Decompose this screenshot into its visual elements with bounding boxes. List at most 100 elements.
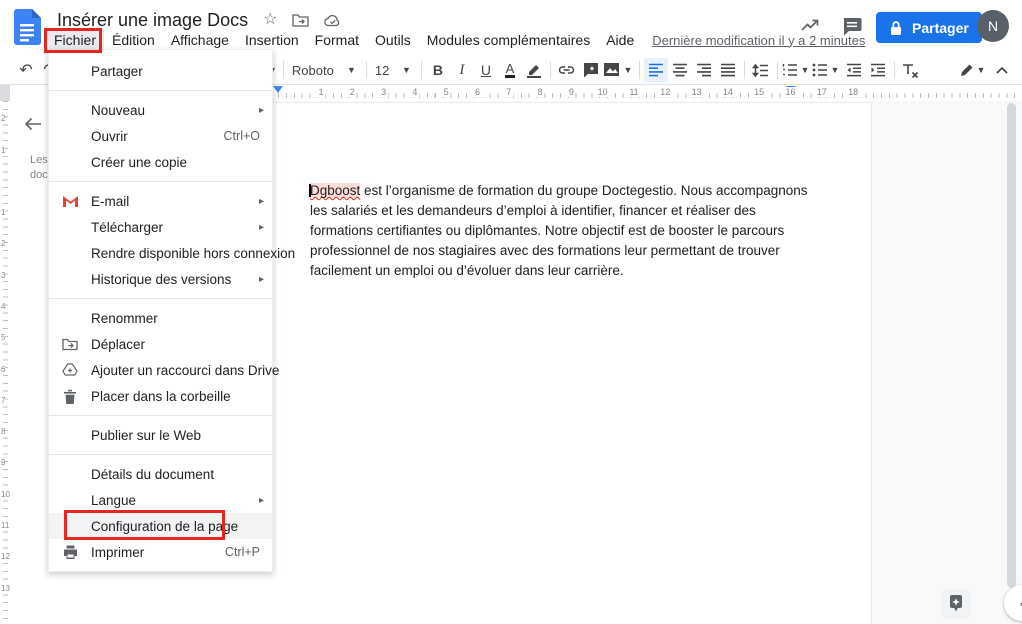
left-indent-marker[interactable] [273, 86, 283, 93]
undo-button[interactable]: ↶ [14, 58, 38, 82]
menu-item-label: Rendre disponible hors connexion [81, 246, 295, 261]
highlight-color-button[interactable] [522, 58, 546, 82]
text-line: professionnel de nos stagiaires avec des… [310, 241, 808, 261]
menu-edition[interactable]: Édition [104, 30, 163, 50]
menu-item-label: E-mail [81, 194, 259, 209]
text-color-button[interactable]: A [498, 58, 522, 82]
menu-item-renommer[interactable]: Renommer [49, 305, 272, 331]
ruler-number: 6 [1, 365, 5, 374]
underline-button[interactable]: U [474, 58, 498, 82]
menu-item-shortcut: Ctrl+P [225, 545, 272, 559]
ruler-number: 2 [1, 114, 5, 123]
menu-item-label: Nouveau [81, 103, 259, 118]
document-page[interactable]: Dgboost est l’organisme de formation du … [237, 102, 872, 624]
line-spacing-button[interactable] [749, 58, 773, 82]
menu-item-label: Langue [81, 493, 259, 508]
justify-button[interactable] [716, 58, 740, 82]
align-center-button[interactable] [668, 58, 692, 82]
menu-item-partager[interactable]: Partager [49, 58, 272, 84]
menu-item-details-du-document[interactable]: Détails du document [49, 461, 272, 487]
increase-indent-button[interactable] [866, 58, 890, 82]
insert-image-button[interactable]: ▼ [603, 58, 635, 82]
menu-format[interactable]: Format [307, 30, 367, 50]
cloud-saved-icon[interactable] [324, 14, 341, 27]
printer-icon [59, 545, 81, 559]
ruler-number: 11 [1, 521, 9, 530]
menu-item-label: Imprimer [81, 545, 225, 560]
google-docs-logo-icon[interactable] [14, 9, 41, 45]
menu-item-imprimer[interactable]: ImprimerCtrl+P [49, 539, 272, 565]
ruler-number: 18 [846, 87, 860, 97]
italic-button[interactable]: I [450, 58, 474, 82]
ruler-number: 1 [316, 87, 325, 97]
menu-item-ouvrir[interactable]: OuvrirCtrl+O [49, 123, 272, 149]
menu-item-historique-des-versions[interactable]: Historique des versions▸ [49, 266, 272, 292]
menu-affichage[interactable]: Affichage [163, 30, 237, 50]
vertical-scrollbar-thumb[interactable] [1007, 103, 1016, 588]
submenu-arrow-icon: ▸ [259, 274, 272, 285]
ruler-corner [0, 85, 10, 101]
activity-dashboard-icon[interactable] [799, 16, 821, 36]
chevron-down-icon: ▼ [400, 65, 413, 75]
misspelled-word[interactable]: Dgboost [310, 183, 360, 198]
last-modified-link[interactable]: Dernière modification il y a 2 minutes [652, 33, 865, 48]
menu-item-creer-une-copie[interactable]: Créer une copie [49, 149, 272, 175]
menu-item-label: Télécharger [81, 220, 259, 235]
menu-item-publier-sur-le-web[interactable]: Publier sur le Web [49, 422, 272, 448]
chevron-down-icon: ▼ [975, 65, 988, 75]
menu-item-telecharger[interactable]: Télécharger▸ [49, 214, 272, 240]
decrease-indent-button[interactable] [842, 58, 866, 82]
align-left-button[interactable] [644, 58, 668, 82]
submenu-arrow-icon: ▸ [259, 196, 272, 207]
chevron-down-icon: ▼ [798, 65, 811, 75]
menu-item-deplacer[interactable]: Déplacer [49, 331, 272, 357]
numbered-list-button[interactable]: ▼ [782, 58, 812, 82]
chevron-down-icon: ▼ [621, 65, 634, 75]
menu-item-shortcut: Ctrl+O [224, 129, 272, 143]
menu-item-rendre-disponible-hors-connexion[interactable]: Rendre disponible hors connexion [49, 240, 272, 266]
menu-item-e-mail[interactable]: E-mail▸ [49, 188, 272, 214]
ruler-number: 14 [721, 87, 735, 97]
paragraph[interactable]: Dgboost est l’organisme de formation du … [310, 181, 808, 281]
ruler-number: 10 [596, 87, 610, 97]
ruler-number: 4 [410, 87, 419, 97]
ruler-number: 2 [1, 239, 5, 248]
bold-button[interactable]: B [426, 58, 450, 82]
clear-formatting-button[interactable] [899, 58, 923, 82]
menu-item-nouveau[interactable]: Nouveau▸ [49, 97, 272, 123]
ruler-number: 9 [567, 87, 576, 97]
insert-link-button[interactable] [555, 58, 579, 82]
font-family-select[interactable]: Roboto▼ [288, 58, 362, 82]
menu-item-ajouter-un-raccourci-dans-drive[interactable]: Ajouter un raccourci dans Drive [49, 357, 272, 383]
font-size-select[interactable]: 12▼ [371, 58, 417, 82]
ruler-number: 15 [752, 87, 766, 97]
ruler-number: 6 [473, 87, 482, 97]
text-line: Dgboost est l’organisme de formation du … [310, 181, 808, 201]
menu-modules-complementaires[interactable]: Modules complémentaires [419, 30, 598, 50]
menu-separator [49, 298, 272, 299]
align-right-button[interactable] [692, 58, 716, 82]
account-avatar[interactable]: N [977, 10, 1009, 42]
ruler-number: 4 [1, 302, 5, 311]
share-button[interactable]: Partager [876, 12, 982, 43]
explore-button[interactable] [941, 589, 971, 619]
menu-item-placer-dans-la-corbeille[interactable]: Placer dans la corbeille [49, 383, 272, 409]
move-to-folder-icon[interactable] [292, 13, 309, 27]
ruler-number: 1 [1, 208, 5, 217]
comment-history-icon[interactable] [842, 17, 862, 36]
editing-mode-button[interactable]: ▼ [956, 58, 990, 82]
menu-aide[interactable]: Aide [598, 30, 642, 50]
bulleted-list-button[interactable]: ▼ [812, 58, 842, 82]
collapse-toolbar-button[interactable] [990, 58, 1014, 82]
menu-item-label: Partager [81, 64, 272, 79]
vertical-ruler: 2112345678910111213 [0, 101, 10, 624]
star-icon[interactable]: ☆ [263, 12, 277, 28]
submenu-arrow-icon: ▸ [259, 222, 272, 233]
ruler-number: 9 [1, 458, 5, 467]
menu-outils[interactable]: Outils [367, 30, 419, 50]
menu-separator [49, 415, 272, 416]
close-outline-arrow-icon[interactable] [24, 117, 42, 131]
menu-insertion[interactable]: Insertion [237, 30, 307, 50]
menu-bar: Fichier Édition Affichage Insertion Form… [46, 30, 865, 50]
add-comment-button[interactable] [579, 58, 603, 82]
